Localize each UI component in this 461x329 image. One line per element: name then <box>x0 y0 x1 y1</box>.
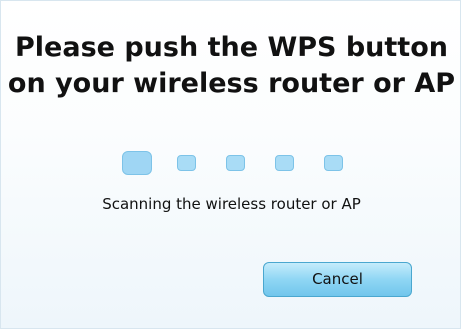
progress-step-4 <box>275 155 294 171</box>
progress-step-1 <box>122 151 152 175</box>
scan-status-text: Scanning the wireless router or AP <box>102 195 361 213</box>
cancel-button[interactable]: Cancel <box>263 262 412 297</box>
wps-dialog: Please push the WPS button on your wirel… <box>0 0 461 329</box>
progress-step-2 <box>177 155 196 171</box>
scan-progress-indicator <box>122 151 362 177</box>
progress-step-5 <box>324 155 343 171</box>
progress-step-3 <box>226 155 245 171</box>
dialog-title: Please push the WPS button on your wirel… <box>7 32 456 99</box>
